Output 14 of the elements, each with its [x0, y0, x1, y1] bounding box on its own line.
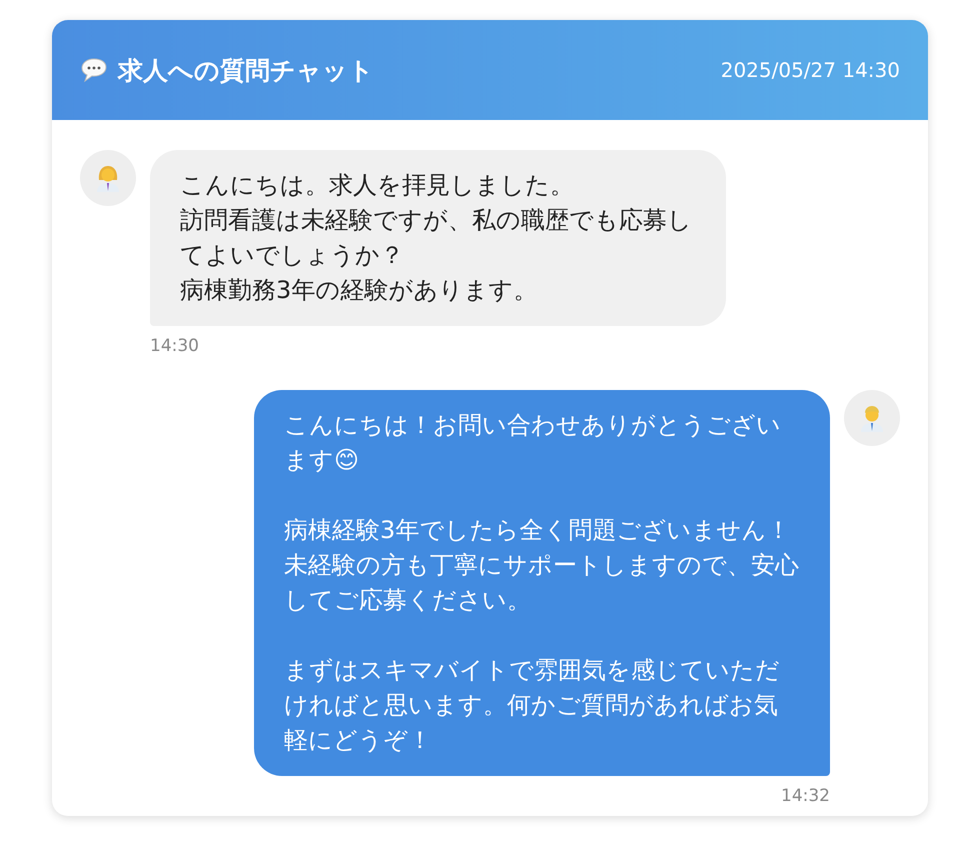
chat-title: 求人への質問チャット — [118, 54, 374, 86]
person-icon — [95, 164, 121, 192]
message-time: 14:30 — [150, 336, 199, 356]
speech-bubble-icon — [80, 57, 108, 83]
message-text: 病棟経験3年でしたら全く問題ございません！ — [284, 515, 792, 546]
header-datetime: 2025/05/27 14:30 — [720, 58, 900, 82]
message-text: 病棟勤務3年の経験があります。 — [180, 275, 538, 306]
message-text: こんにちは。求人を拝見しました。 — [180, 170, 575, 201]
message-time: 14:32 — [781, 786, 830, 806]
message-text: 未経験の方も丁寧にサポートしますので、安心してご応募ください。 — [284, 550, 800, 616]
message-text: まずはスキマバイトで雰囲気を感じていただければと思います。何かご質問があればお気軽にどうぞ！ — [284, 655, 781, 756]
message-text: 訪問看護は未経験ですが、私の職歴でも応募してよいでしょうか？ — [180, 205, 693, 271]
message-text: こんにちは！お問い合わせありがとうございます😊 — [284, 410, 782, 476]
person-icon — [859, 404, 885, 432]
